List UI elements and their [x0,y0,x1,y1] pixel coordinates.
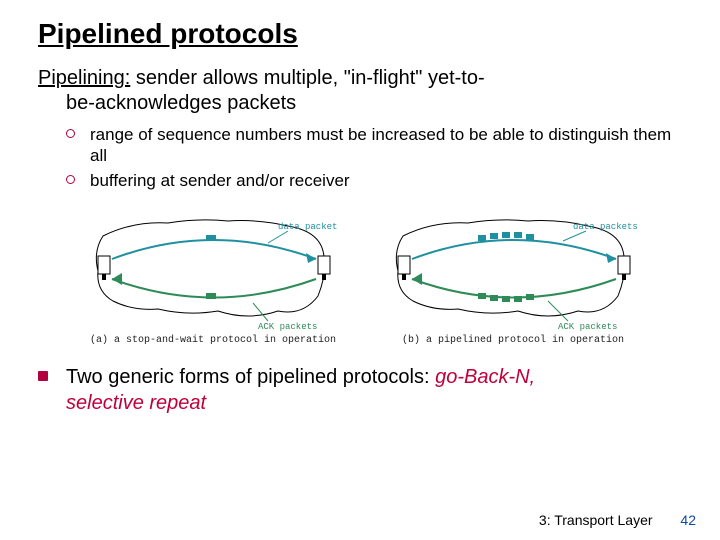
lead-text-2: be-acknowledges packets [38,92,296,114]
figure-row: data packet ACK packets (a) a stop-and-w… [78,201,682,346]
footer-page-number: 42 [680,512,696,528]
figB-label-data: data packets [573,222,638,232]
figure-b-caption: (b) a pipelined protocol in operation [378,335,648,346]
figure-b: data packets ACK packets (b) a pipelined… [378,201,648,346]
figA-label-data: data packet [278,222,337,232]
sub-bullet-1: range of sequence numbers must be increa… [90,124,682,167]
figA-label-ack: ACK packets [258,322,317,331]
figure-a-caption: (a) a stop-and-wait protocol in operatio… [78,335,348,346]
sub-bullet-list: range of sequence numbers must be increa… [38,124,682,191]
figure-a: data packet ACK packets (a) a stop-and-w… [78,201,348,346]
lead-text-1: sender allows multiple, "in-flight" yet-… [130,67,484,89]
slide-title: Pipelined protocols [38,18,682,50]
slide-footer: 3: Transport Layer 42 [539,512,696,528]
slide: Pipelined protocols Pipelining: sender a… [0,0,720,540]
bottom-bullet: Two generic forms of pipelined protocols… [38,364,682,416]
bottom-text: Two generic forms of pipelined protocols… [66,366,435,388]
sub-bullet-2: buffering at sender and/or receiver [90,170,682,191]
bottom-em-1: go-Back-N, [435,366,535,388]
figure-b-svg: data packets ACK packets [378,201,648,331]
lead-term: Pipelining: [38,67,130,89]
footer-chapter: 3: Transport Layer [539,512,653,528]
figB-label-ack: ACK packets [558,322,617,331]
bottom-em-2: selective repeat [66,392,206,414]
figure-a-svg: data packet ACK packets [78,201,348,331]
lead-paragraph: Pipelining: sender allows multiple, "in-… [38,66,682,116]
